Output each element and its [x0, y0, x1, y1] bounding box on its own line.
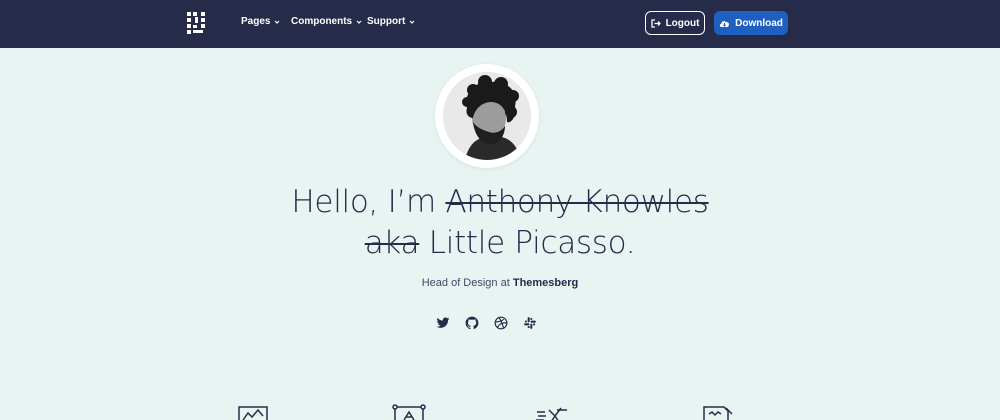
nav-support-label: Support	[367, 16, 406, 27]
document-icon	[703, 406, 733, 420]
chevron-down-icon	[275, 20, 280, 24]
headline-line-1: Hello, I’m Anthony Knowles	[0, 182, 1000, 223]
nav-pages-label: Pages	[241, 16, 271, 27]
design-board-icon	[392, 404, 426, 420]
chevron-down-icon	[356, 20, 362, 24]
subtitle-company: Themesberg	[512, 277, 579, 289]
subtitle-role: Head of Design at	[421, 277, 510, 289]
navbar: Pages Components Support Logout Download	[0, 0, 1000, 48]
dribbble-icon[interactable]	[494, 316, 508, 330]
download-label: Download	[735, 17, 783, 29]
cloud-download-icon	[720, 20, 730, 27]
headline-struck-aka: aka	[364, 225, 420, 261]
chevron-down-icon	[409, 20, 415, 24]
headline-struck-name: Anthony Knowles	[445, 184, 709, 220]
brand-logo-icon[interactable]	[187, 12, 207, 34]
drone-icon	[536, 407, 567, 420]
headline-greeting: Hello, I’m	[291, 184, 436, 220]
logout-button[interactable]: Logout	[645, 11, 705, 35]
logout-icon	[650, 18, 661, 28]
logout-label: Logout	[665, 17, 700, 29]
hero-headline: Hello, I’m Anthony Knowles aka Little Pi…	[0, 182, 1000, 264]
nav-support[interactable]: Support	[367, 16, 415, 27]
slack-icon[interactable]	[523, 316, 537, 330]
github-icon[interactable]	[465, 316, 479, 330]
hero-subtitle: Head of Design at Themesberg	[0, 277, 1000, 289]
profile-avatar	[443, 72, 531, 160]
profile-avatar-frame	[435, 64, 539, 168]
download-button[interactable]: Download	[714, 11, 788, 35]
nav-components[interactable]: Components	[291, 16, 362, 27]
profile-photo	[443, 72, 531, 160]
nav-components-label: Components	[291, 16, 353, 27]
social-links	[436, 316, 537, 330]
nav-pages[interactable]: Pages	[241, 16, 280, 27]
presentation-icon	[238, 406, 268, 420]
headline-line-2: aka Little Picasso.	[0, 223, 1000, 264]
twitter-icon[interactable]	[436, 316, 450, 330]
headline-alias: Little Picasso.	[428, 225, 636, 261]
